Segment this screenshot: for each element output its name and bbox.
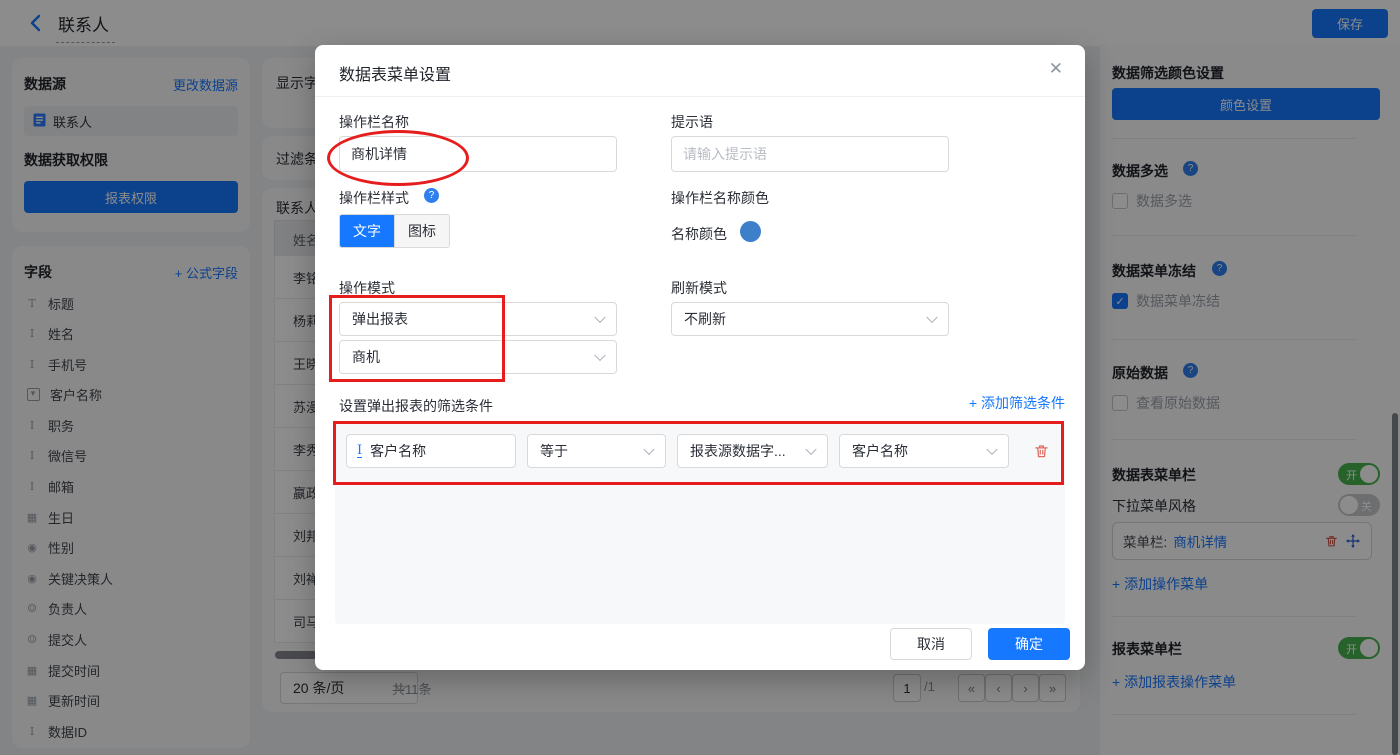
name-color-section-label: 操作栏名称颜色 xyxy=(671,188,769,208)
filter-conditions-area: I 客户名称 等于 报表源数据字... 客户名称 xyxy=(335,424,1065,624)
text-field-icon: I xyxy=(357,444,362,458)
tab-icon-style[interactable]: 图标 xyxy=(394,215,449,247)
tip-input[interactable] xyxy=(671,136,949,172)
close-icon[interactable]: ✕ xyxy=(1049,59,1063,79)
action-mode-label: 操作模式 xyxy=(339,278,395,298)
tip-label: 提示语 xyxy=(671,112,713,132)
filter-operator-value: 等于 xyxy=(540,441,568,461)
table-menu-settings-modal: 数据表菜单设置 ✕ 操作栏名称 提示语 操作栏样式 ? 文字 图标 操作栏名称颜… xyxy=(315,45,1085,670)
delete-filter-icon[interactable] xyxy=(1033,443,1049,459)
filter-section-title: 设置弹出报表的筛选条件 xyxy=(339,396,493,416)
action-name-label: 操作栏名称 xyxy=(339,112,409,132)
action-name-input[interactable] xyxy=(339,136,617,172)
filter-value-value: 客户名称 xyxy=(852,441,908,461)
filter-field-value: 客户名称 xyxy=(370,441,426,461)
filter-field-input[interactable]: I 客户名称 xyxy=(346,434,516,468)
action-mode-select[interactable]: 弹出报表 xyxy=(339,302,617,336)
filter-source-select[interactable]: 报表源数据字... xyxy=(677,434,828,468)
add-filter-link[interactable]: + 添加筛选条件 xyxy=(969,393,1065,413)
popup-report-value: 商机 xyxy=(352,347,380,367)
app-root: 联系人 保存 数据源 更改数据源 联系人 数据获取权限 报表权限 字段 + 公式… xyxy=(0,0,1400,755)
refresh-mode-label: 刷新模式 xyxy=(671,278,727,298)
name-color-label: 名称颜色 xyxy=(671,224,727,244)
action-style-tabs: 文字 图标 xyxy=(339,214,450,248)
cancel-button[interactable]: 取消 xyxy=(890,628,972,660)
modal-title: 数据表菜单设置 xyxy=(339,61,451,85)
tab-text-style[interactable]: 文字 xyxy=(340,215,394,247)
modal-header: 数据表菜单设置 ✕ xyxy=(315,45,1085,97)
filter-operator-select[interactable]: 等于 xyxy=(527,434,666,468)
popup-report-select[interactable]: 商机 xyxy=(339,340,617,374)
filter-value-select[interactable]: 客户名称 xyxy=(839,434,1009,468)
filter-source-value: 报表源数据字... xyxy=(690,441,786,461)
refresh-mode-select[interactable]: 不刷新 xyxy=(671,302,949,336)
action-style-label: 操作栏样式 xyxy=(339,188,409,208)
action-mode-value: 弹出报表 xyxy=(352,309,408,329)
name-color-swatch[interactable] xyxy=(740,221,761,242)
help-icon[interactable]: ? xyxy=(424,188,439,203)
confirm-button[interactable]: 确定 xyxy=(988,628,1070,660)
refresh-mode-value: 不刷新 xyxy=(684,309,726,329)
